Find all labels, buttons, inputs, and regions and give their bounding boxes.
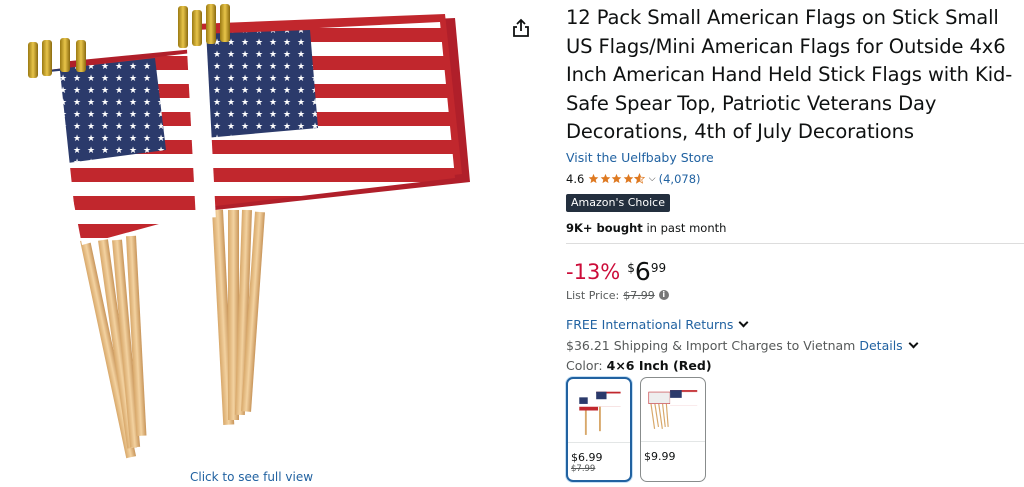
color-label-row: Color: 4×6 Inch (Red) bbox=[566, 358, 1024, 373]
bought-count: 9K+ bought bbox=[566, 220, 643, 235]
product-title: 12 Pack Small American Flags on Stick Sm… bbox=[566, 6, 1013, 144]
store-link[interactable]: Visit the Uelfbaby Store bbox=[566, 150, 714, 165]
swatch-thumbnail bbox=[568, 378, 630, 443]
returns-text: FREE International Returns bbox=[566, 316, 734, 332]
amazons-choice-badge[interactable]: Amazon's Choice bbox=[566, 193, 670, 212]
rating-row: 4.6 ⌵ (4,078) bbox=[566, 171, 1024, 187]
shipping-info: $36.21 Shipping & Import Charges to Viet… bbox=[566, 338, 1024, 353]
list-price-value: $7.99 bbox=[623, 288, 655, 302]
product-main-image[interactable]: ★ bbox=[0, 0, 500, 470]
swatch-thumbnail bbox=[641, 377, 705, 442]
price-whole: 6 bbox=[634, 256, 651, 286]
divider bbox=[566, 242, 1024, 244]
swatch-price: $9.99 bbox=[644, 449, 676, 463]
star-icon bbox=[600, 174, 611, 184]
bought-suffix: in past month bbox=[642, 220, 727, 235]
see-full-view-link[interactable]: Click to see full view bbox=[190, 470, 313, 484]
swatch-option-2[interactable]: $9.99 bbox=[640, 376, 706, 482]
wooden-sticks-right bbox=[212, 209, 265, 425]
swatch-4x6-red[interactable]: $6.99 $7.99 bbox=[566, 376, 632, 482]
color-label: Color: bbox=[566, 357, 603, 373]
star-icon bbox=[588, 174, 599, 184]
swatch-price: $6.99 bbox=[571, 450, 603, 464]
star-icon bbox=[623, 174, 634, 184]
color-swatches: $6.99 $7.99 $9.99 bbox=[566, 376, 1024, 482]
flag-right bbox=[186, 22, 455, 219]
review-count-link[interactable]: (4,078) bbox=[659, 172, 701, 186]
price-row: -13% $ 6 99 bbox=[566, 256, 1024, 288]
color-value: 4×6 Inch (Red) bbox=[606, 357, 712, 373]
star-icon bbox=[611, 174, 622, 184]
price-symbol: $ bbox=[627, 260, 635, 275]
chevron-down-icon bbox=[738, 317, 749, 328]
free-returns-link[interactable]: FREE International Returns bbox=[566, 317, 1024, 332]
image-gallery: ★ bbox=[0, 0, 500, 487]
list-price-label: List Price: bbox=[566, 288, 620, 302]
chevron-down-icon[interactable]: ⌵ bbox=[649, 174, 656, 184]
star-rating[interactable] bbox=[588, 173, 646, 185]
shipping-text: $36.21 Shipping & Import Charges to Viet… bbox=[566, 337, 856, 353]
bought-past-month: 9K+ bought in past month bbox=[566, 221, 1024, 235]
shipping-details-link[interactable]: Details bbox=[859, 338, 902, 353]
wooden-sticks-left bbox=[80, 235, 147, 459]
price-fraction: 99 bbox=[650, 260, 667, 275]
swatch-old-price: $7.99 bbox=[571, 463, 596, 474]
share-icon[interactable] bbox=[512, 18, 530, 38]
rating-value: 4.6 bbox=[566, 171, 585, 186]
chevron-down-icon[interactable] bbox=[908, 338, 919, 349]
info-icon[interactable]: i bbox=[658, 290, 669, 301]
flag-left bbox=[38, 52, 210, 251]
list-price: List Price: $7.99 i bbox=[566, 289, 1024, 302]
half-star-icon bbox=[634, 173, 646, 185]
discount-percent: -13% bbox=[566, 259, 621, 284]
product-details: 12 Pack Small American Flags on Stick Sm… bbox=[566, 0, 1024, 482]
